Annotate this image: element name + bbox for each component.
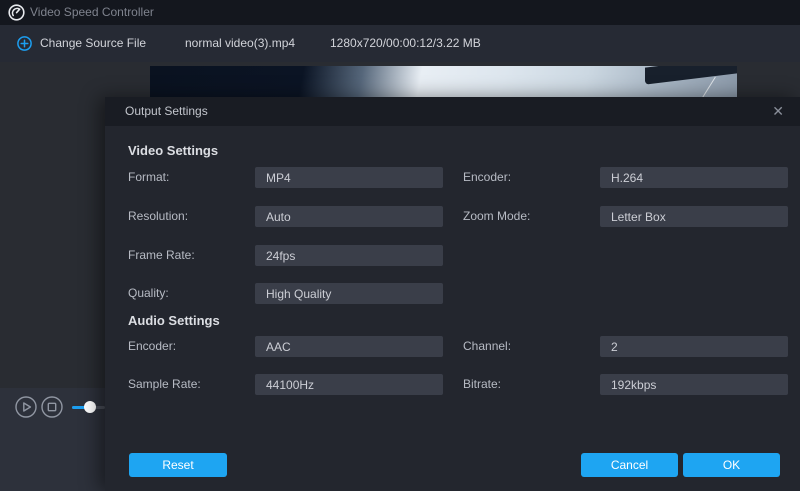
video-contrail-line <box>701 77 716 97</box>
video-engine-shape <box>645 66 737 85</box>
resolution-label: Resolution: <box>128 206 188 227</box>
play-button[interactable] <box>15 396 37 418</box>
dialog-header: Output Settings ✕ <box>105 97 800 126</box>
change-source-button[interactable]: Change Source File <box>40 25 146 62</box>
resolution-dropdown[interactable]: Auto <box>255 206 443 227</box>
stop-button[interactable] <box>41 396 63 418</box>
format-label: Format: <box>128 167 169 188</box>
add-circle-icon[interactable] <box>17 36 32 51</box>
source-toolbar: Change Source File normal video(3).mp4 1… <box>0 25 800 62</box>
cancel-button[interactable]: Cancel <box>581 453 678 477</box>
resolution-value: Auto <box>266 210 291 224</box>
format-value: MP4 <box>266 171 291 185</box>
channel-dropdown[interactable]: 2 <box>600 336 788 357</box>
audio-encoder-label: Encoder: <box>128 336 176 357</box>
quality-label: Quality: <box>128 283 169 304</box>
zoom-mode-label: Zoom Mode: <box>463 206 530 227</box>
app-title: Video Speed Controller <box>30 0 154 25</box>
video-encoder-label: Encoder: <box>463 167 511 188</box>
bitrate-value: 192kbps <box>611 378 656 392</box>
video-encoder-value: H.264 <box>611 171 643 185</box>
reset-button[interactable]: Reset <box>129 453 227 477</box>
video-encoder-dropdown[interactable]: H.264 <box>600 167 788 188</box>
frame-rate-label: Frame Rate: <box>128 245 195 266</box>
output-settings-dialog: Output Settings ✕ Video Settings Audio S… <box>105 97 800 491</box>
channel-label: Channel: <box>463 336 511 357</box>
app-window: Video Speed Controller Change Source Fil… <box>0 0 800 491</box>
speed-slider-knob[interactable] <box>84 401 96 413</box>
audio-encoder-value: AAC <box>266 340 291 354</box>
title-bar: Video Speed Controller <box>0 0 800 25</box>
source-file-info: 1280x720/00:00:12/3.22 MB <box>330 25 481 62</box>
zoom-mode-dropdown[interactable]: Letter Box <box>600 206 788 227</box>
source-filename: normal video(3).mp4 <box>185 25 295 62</box>
format-dropdown[interactable]: MP4 <box>255 167 443 188</box>
sample-rate-value: 44100Hz <box>266 378 314 392</box>
sample-rate-dropdown[interactable]: 44100Hz <box>255 374 443 395</box>
video-preview <box>150 66 737 97</box>
frame-rate-dropdown[interactable]: 24fps <box>255 245 443 266</box>
bitrate-dropdown[interactable]: 192kbps <box>600 374 788 395</box>
channel-value: 2 <box>611 340 618 354</box>
zoom-mode-value: Letter Box <box>611 210 666 224</box>
speedometer-logo-icon <box>8 4 25 21</box>
video-settings-heading: Video Settings <box>128 143 218 158</box>
audio-settings-heading: Audio Settings <box>128 313 220 328</box>
audio-encoder-dropdown[interactable]: AAC <box>255 336 443 357</box>
sample-rate-label: Sample Rate: <box>128 374 201 395</box>
frame-rate-value: 24fps <box>266 249 295 263</box>
quality-dropdown[interactable]: High Quality <box>255 283 443 304</box>
bitrate-label: Bitrate: <box>463 374 501 395</box>
ok-button[interactable]: OK <box>683 453 780 477</box>
close-icon[interactable]: ✕ <box>772 97 784 126</box>
quality-value: High Quality <box>266 287 331 301</box>
dialog-title: Output Settings <box>125 97 208 126</box>
